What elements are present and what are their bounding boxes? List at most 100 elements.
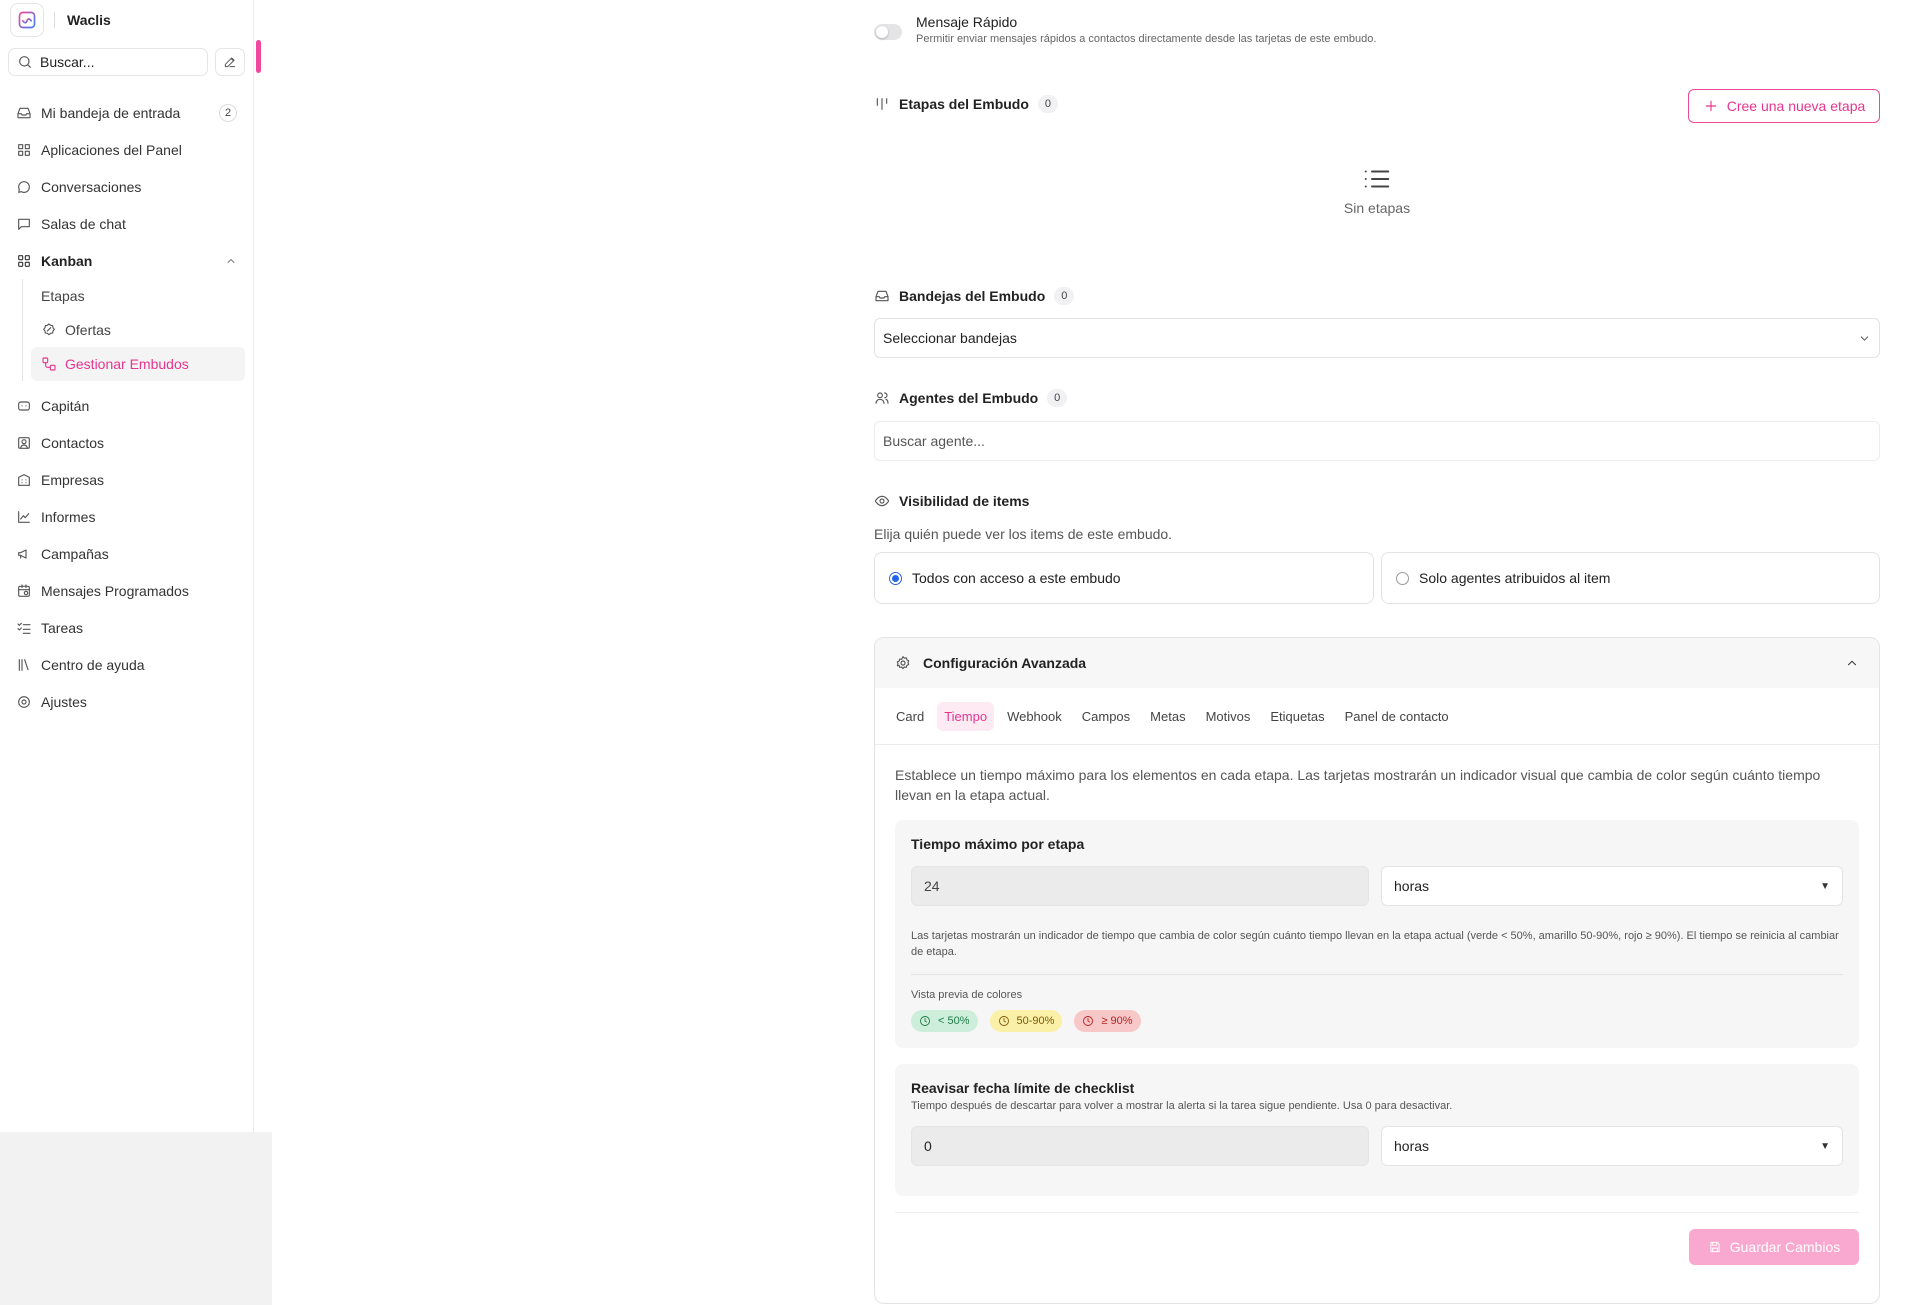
- checklist-unit-select[interactable]: horas ▼: [1381, 1126, 1843, 1166]
- stages-count: 0: [1037, 95, 1058, 113]
- advanced-config-header[interactable]: Configuración Avanzada: [875, 638, 1879, 688]
- agents-count: 0: [1047, 389, 1068, 407]
- visibility-description: Elija quién puede ver los items de este …: [874, 526, 1173, 542]
- tab-etiquetas[interactable]: Etiquetas: [1263, 702, 1331, 731]
- max-time-fields: 24 horas ▼: [911, 866, 1843, 906]
- max-time-unit-select[interactable]: horas ▼: [1381, 866, 1843, 906]
- workflow-icon: [42, 357, 56, 371]
- message-square-icon: [18, 218, 30, 230]
- tab-metas[interactable]: Metas: [1143, 702, 1192, 731]
- inboxes-select[interactable]: Seleccionar bandejas: [874, 318, 1880, 358]
- chevron-up-icon[interactable]: [225, 255, 237, 267]
- sidebar-nav: Mi bandeja de entrada 2 Aplicaciones del…: [0, 80, 253, 720]
- max-time-hint: Las tarjetas mostrarán un indicador de t…: [911, 928, 1843, 975]
- sidebar-item-conversations[interactable]: Conversaciones: [0, 168, 253, 205]
- sidebar-item-label: Informes: [41, 508, 96, 525]
- inboxes-header: Bandejas del Embudo 0: [874, 287, 1075, 305]
- bot-icon: [18, 400, 30, 411]
- tab-campos[interactable]: Campos: [1075, 702, 1137, 731]
- visibility-option-all[interactable]: Todos con acceso a este embudo: [874, 552, 1374, 604]
- sidebar-item-apps[interactable]: Aplicaciones del Panel: [0, 131, 253, 168]
- checklist-fields: 0 horas ▼: [911, 1126, 1843, 1166]
- tab-tiempo[interactable]: Tiempo: [937, 701, 995, 731]
- visibility-option-label: Todos con acceso a este embudo: [912, 570, 1121, 586]
- list-checks-icon: [17, 622, 31, 634]
- caret-down-icon: ▼: [1820, 1140, 1830, 1152]
- sidebar-item-contacts[interactable]: Contactos: [0, 424, 253, 461]
- sidebar-subitem-stages[interactable]: Etapas: [31, 279, 245, 313]
- tab-card[interactable]: Card: [889, 702, 931, 731]
- inboxes-select-placeholder: Seleccionar bandejas: [883, 330, 1017, 346]
- sidebar-subitem-manage-funnels[interactable]: Gestionar Embudos: [31, 347, 245, 381]
- quick-message-setting: Mensaje Rápido Permitir enviar mensajes …: [874, 14, 1376, 45]
- sidebar-item-kanban[interactable]: Kanban: [0, 242, 253, 279]
- sidebar-item-settings[interactable]: Ajustes: [0, 683, 253, 720]
- advanced-config-panel: Configuración Avanzada Card Tiempo Webho…: [874, 637, 1880, 1304]
- time-tab-content: Establece un tiempo máximo para los elem…: [875, 745, 1879, 1302]
- stages-title: Etapas del Embudo: [899, 96, 1029, 112]
- chat-bubble-icon: [18, 180, 30, 193]
- building-icon: [18, 473, 30, 486]
- inbox-icon: [875, 290, 889, 302]
- radio-selected[interactable]: [889, 571, 902, 585]
- visibility-option-label: Solo agentes atribuidos al item: [1419, 570, 1611, 586]
- tab-webhook[interactable]: Webhook: [1000, 702, 1069, 731]
- advanced-tabs: Card Tiempo Webhook Campos Metas Motivos…: [875, 688, 1879, 745]
- chip-label: < 50%: [938, 1015, 970, 1027]
- quick-message-description: Permitir enviar mensajes rápidos a conta…: [916, 33, 1377, 45]
- radio-unselected[interactable]: [1396, 571, 1409, 585]
- sidebar-item-scheduled-messages[interactable]: Mensajes Programados: [0, 572, 253, 609]
- chevron-down-icon: [1860, 335, 1869, 341]
- sidebar-item-reports[interactable]: Informes: [0, 498, 253, 535]
- visibility-header: Visibilidad de items: [874, 493, 1029, 509]
- sidebar-item-label: Campañas: [41, 545, 109, 562]
- plus-icon: [1705, 100, 1716, 112]
- quick-message-toggle[interactable]: [874, 24, 902, 40]
- tab-motivos[interactable]: Motivos: [1199, 702, 1258, 731]
- badge-percent-icon: [43, 323, 55, 336]
- blank-pane: [0, 1132, 272, 1305]
- sidebar-item-tasks[interactable]: Tareas: [0, 609, 253, 646]
- visibility-option-assigned[interactable]: Solo agentes atribuidos al item: [1381, 552, 1880, 604]
- inboxes-title: Bandejas del Embudo: [899, 288, 1046, 304]
- visibility-title: Visibilidad de items: [899, 493, 1030, 509]
- sidebar-item-chat-rooms[interactable]: Salas de chat: [0, 205, 253, 242]
- sidebar-search-label: Buscar...: [40, 54, 95, 70]
- tab-panel-contacto[interactable]: Panel de contacto: [1338, 702, 1456, 731]
- max-time-input[interactable]: 24: [911, 866, 1369, 906]
- sidebar-item-label: Mensajes Programados: [41, 582, 189, 599]
- sidebar-item-companies[interactable]: Empresas: [0, 461, 253, 498]
- sidebar-search-button[interactable]: Buscar...: [8, 48, 208, 76]
- gear-icon: [896, 656, 910, 670]
- eye-icon: [874, 495, 890, 507]
- sidebar-item-inbox[interactable]: Mi bandeja de entrada 2: [0, 94, 253, 131]
- brand-name: Waclis: [67, 12, 111, 28]
- new-stage-button[interactable]: Cree una nueva etapa: [1688, 89, 1880, 123]
- list-icon: [1364, 170, 1390, 188]
- chip-label: ≥ 90%: [1101, 1015, 1133, 1027]
- sidebar-resize-handle[interactable]: [256, 40, 261, 73]
- stages-empty-state: Sin etapas: [874, 164, 1880, 216]
- sidebar-header: Waclis: [0, 0, 253, 40]
- stages-empty-text: Sin etapas: [1343, 200, 1411, 216]
- sidebar-item-captain[interactable]: Capitán: [0, 387, 253, 424]
- save-changes-button[interactable]: Guardar Cambios: [1689, 1229, 1859, 1265]
- app-logo[interactable]: [10, 3, 44, 37]
- agent-search-input[interactable]: Buscar agente...: [874, 421, 1880, 461]
- sidebar-item-label: Mi bandeja de entrada: [41, 104, 181, 121]
- sidebar-subitem-offers[interactable]: Ofertas: [31, 313, 245, 347]
- checklist-input[interactable]: 0: [911, 1126, 1369, 1166]
- clock-icon: [920, 1016, 930, 1026]
- chip-yellow: 50-90%: [989, 1010, 1063, 1032]
- advanced-config-title: Configuración Avanzada: [923, 655, 1087, 671]
- kanban-submenu: Etapas Ofertas Gestionar Embudos: [22, 279, 253, 381]
- sidebar-item-help-center[interactable]: Centro de ayuda: [0, 646, 253, 683]
- sidebar-item-label: Aplicaciones del Panel: [41, 141, 182, 158]
- sidebar-item-label: Tareas: [41, 619, 84, 636]
- stages-header: Etapas del Embudo 0: [874, 95, 1058, 113]
- sidebar-item-label: Empresas: [41, 471, 105, 488]
- compose-button[interactable]: [215, 48, 245, 76]
- color-preview-chips: < 50% 50-90% ≥ 90%: [911, 1010, 1843, 1032]
- sidebar-item-campaigns[interactable]: Campañas: [0, 535, 253, 572]
- chevron-up-icon[interactable]: [1845, 656, 1859, 670]
